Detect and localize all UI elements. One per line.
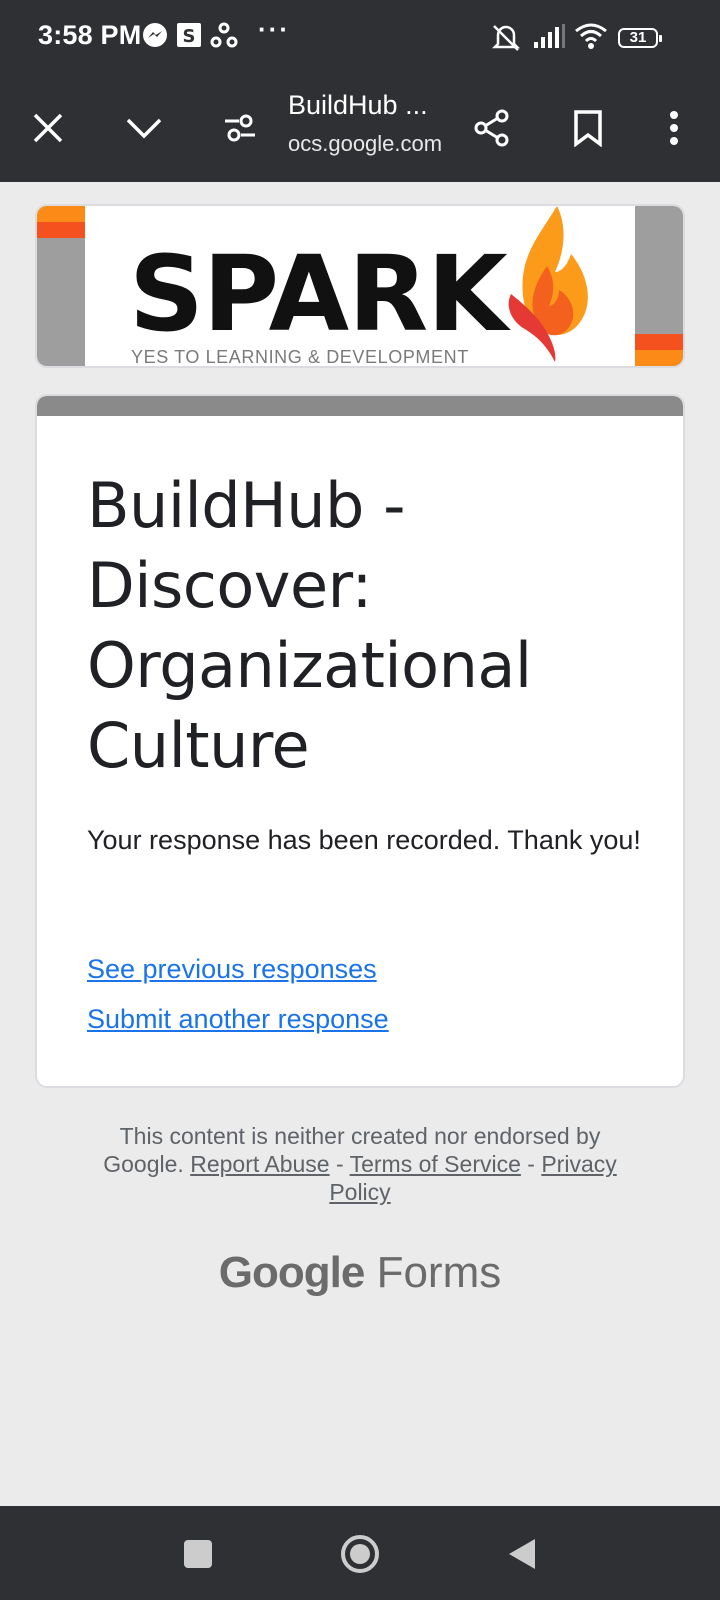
form-title: BuildHub - Discover: Organizational Cult… <box>87 469 532 782</box>
battery-icon: 31 <box>618 28 662 48</box>
google-logo-text: Google <box>218 1248 366 1297</box>
cycle-icon <box>210 22 238 55</box>
forms-logo-text: Forms <box>376 1248 502 1297</box>
signal-icon <box>532 22 566 55</box>
banner-left-stripe <box>37 206 85 366</box>
bookmark-icon <box>574 110 602 147</box>
home-button[interactable] <box>336 1530 384 1578</box>
footer-disclaimer: This content is neither created nor endo… <box>80 1122 640 1206</box>
separator: - <box>520 1151 542 1177</box>
page-url: ocs.google.com <box>288 131 443 156</box>
browser-toolbar: BuildHub ... ocs.google.com <box>0 78 720 182</box>
chevron-down-icon <box>126 118 162 139</box>
separator: - <box>329 1151 350 1177</box>
terms-of-service-link[interactable]: Terms of Service <box>350 1151 521 1177</box>
back-button[interactable] <box>498 1530 546 1578</box>
spark-logo-text: SPARK <box>129 233 508 355</box>
square-icon <box>184 1540 212 1568</box>
google-forms-logo[interactable]: Google Forms <box>0 1248 720 1298</box>
confirmation-message: Your response has been recorded. Thank y… <box>87 825 641 855</box>
see-previous-responses-link[interactable]: See previous responses <box>87 954 377 985</box>
flame-logo-icon <box>508 206 588 362</box>
minimize-button[interactable] <box>114 98 174 158</box>
s-app-icon: S <box>176 22 202 53</box>
form-header-banner: SPARK YES TO LEARNING & DEVELOPMENT <box>35 204 685 368</box>
system-nav-bar <box>0 1506 720 1600</box>
recents-button[interactable] <box>174 1530 222 1578</box>
close-icon <box>33 113 63 143</box>
back-triangle-icon <box>509 1539 535 1569</box>
bookmark-button[interactable] <box>558 98 618 158</box>
spark-tagline: YES TO LEARNING & DEVELOPMENT <box>131 347 469 367</box>
svg-text:S: S <box>183 26 196 47</box>
banner-right-stripe <box>635 206 683 366</box>
more-vert-icon <box>670 111 678 145</box>
status-bar: 3:58 PM S ··· 31 <box>0 0 720 78</box>
submit-another-response-link[interactable]: Submit another response <box>87 1004 389 1035</box>
report-abuse-link[interactable]: Report Abuse <box>190 1151 329 1177</box>
tune-icon <box>225 114 255 142</box>
share-icon <box>474 109 509 147</box>
wifi-icon <box>574 22 608 55</box>
confirmation-card: BuildHub - Discover: Organizational Cult… <box>35 394 685 1088</box>
status-time: 3:58 PM <box>38 20 142 50</box>
page-title: BuildHub ... <box>288 90 428 120</box>
messenger-icon <box>142 22 168 53</box>
share-button[interactable] <box>462 98 522 158</box>
home-circle-icon <box>341 1535 379 1573</box>
more-notifications-icon: ··· <box>258 14 290 44</box>
more-options-button[interactable] <box>644 98 704 158</box>
close-button[interactable] <box>18 98 78 158</box>
mute-icon <box>490 22 522 57</box>
page-info-button[interactable] <box>210 98 270 158</box>
card-accent-bar <box>37 396 683 416</box>
